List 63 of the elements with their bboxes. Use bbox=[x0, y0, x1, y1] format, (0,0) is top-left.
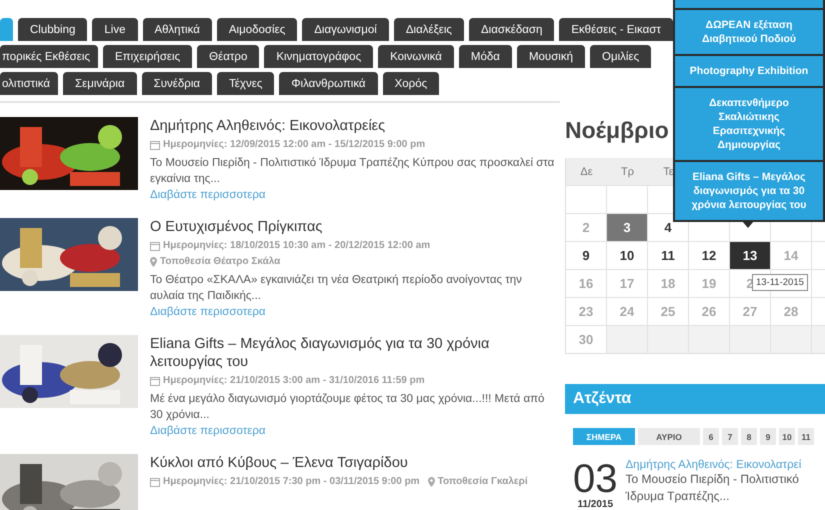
day-tab[interactable]: 6 bbox=[703, 428, 719, 445]
calendar-icon bbox=[150, 376, 160, 386]
category-tab[interactable]: Τέχνες bbox=[217, 72, 274, 95]
category-tab[interactable]: Διασκέδαση bbox=[468, 18, 554, 41]
category-tab[interactable]: πορικές Εκθέσεις bbox=[0, 45, 98, 68]
event-title[interactable]: Δημήτρης Αληθεινός: Εικονολατρείες bbox=[150, 117, 555, 135]
agenda-month: 11/2015 bbox=[577, 499, 614, 510]
category-tab[interactable]: Φιλανθρωπικά bbox=[279, 72, 378, 95]
event-dates: Ημερομηνίες: 18/10/2015 10:30 am - 20/12/2015 12:00 am bbox=[163, 239, 430, 253]
event-title[interactable]: Eliana Gifts – Μεγάλος διαγωνισμός για τα 30 χρόνια λειτουργίας του bbox=[150, 335, 555, 371]
category-tab[interactable]: Εκθέσεις - Εικαστ bbox=[559, 18, 673, 41]
category-tab[interactable]: Θέατρο bbox=[197, 45, 260, 68]
weekday-label: Τρ bbox=[607, 158, 648, 185]
calendar-icon bbox=[150, 140, 160, 150]
category-tab[interactable]: Κοινωνικά bbox=[378, 45, 454, 68]
event-title[interactable]: Ο Ευτυχισμένος Πρίγκιπας bbox=[150, 218, 555, 236]
day-tab[interactable]: ΑΥΡΙΟ bbox=[638, 428, 700, 445]
event-dates: Ημερομηνίες: 21/10/2015 3:00 am - 31/10/2016 11:59 pm bbox=[163, 374, 425, 388]
event-description: Το Θέατρο «ΣΚΑΛΑ» εγκαινιάζει τη νέα Θεατρική περίοδο ανοίγοντας την αυλαία της Παιδικής... bbox=[150, 273, 523, 304]
event-location: Τοποθεσία Γκαλερί bbox=[438, 475, 528, 489]
agenda-day: 03 bbox=[573, 459, 618, 499]
category-tab[interactable]: Ομιλίες bbox=[590, 45, 652, 68]
category-tab[interactable] bbox=[0, 18, 13, 41]
weekday-label: Δε bbox=[566, 158, 607, 185]
category-tab[interactable]: Κινηματογράφος bbox=[264, 45, 374, 68]
category-tab[interactable]: ολιτιστικά bbox=[0, 72, 58, 95]
category-tab[interactable]: Σεμινάρια bbox=[63, 72, 137, 95]
event-description: Το Μουσείο Πιερίδη - Πολιτιστικό Ίδρυμα Τραπέζης Κύπρου σας προσκαλεί στα εγκαίνια της... bbox=[150, 156, 555, 187]
category-tab[interactable]: Χορός bbox=[382, 72, 440, 95]
agenda-header: Ατζέντα bbox=[565, 384, 825, 414]
event-dates: Ημερομηνίες: 12/09/2015 12:00 am - 15/12/2015 9:00 pm bbox=[163, 138, 426, 152]
category-tab[interactable]: Επιχειρήσεις bbox=[103, 45, 192, 68]
calendar-month-title: Νοέμβριο bbox=[565, 117, 669, 144]
category-tab[interactable]: Αθλητικά bbox=[142, 18, 212, 41]
category-tab[interactable]: Συνέδρια bbox=[142, 72, 212, 95]
calendar-day[interactable]: 10 bbox=[607, 241, 648, 269]
agenda-event-text: Το Μουσείο Πιερίδη - Πολιτιστικό Ίδρυμα Τραπέζης... bbox=[626, 471, 800, 505]
date-tooltip: 13-11-2015 bbox=[752, 274, 808, 291]
category-tab[interactable]: Μουσική bbox=[516, 45, 586, 68]
day-tab[interactable]: 9 bbox=[760, 428, 776, 445]
category-tab[interactable]: Μόδα bbox=[458, 45, 512, 68]
category-tab[interactable]: Clubbing bbox=[18, 18, 88, 41]
event-location: Τοποθεσία Θέατρο Σκάλα bbox=[160, 255, 280, 269]
map-pin-icon bbox=[428, 477, 435, 487]
calendar-day[interactable]: 9 bbox=[566, 241, 607, 269]
calendar-day[interactable]: 3 bbox=[607, 213, 648, 241]
calendar-icon bbox=[150, 241, 160, 251]
category-tab[interactable]: Αιμοδοσίες bbox=[216, 18, 298, 41]
category-tab[interactable]: Live bbox=[92, 18, 138, 41]
day-tab[interactable]: 7 bbox=[722, 428, 738, 445]
event-dates: Ημερομηνίες: 21/10/2015 7:30 pm - 03/11/2015 9:00 pm bbox=[163, 475, 420, 489]
day-tab[interactable]: 10 bbox=[779, 428, 795, 445]
calendar-icon bbox=[150, 477, 160, 487]
calendar-day[interactable]: 11 bbox=[648, 241, 689, 269]
category-tab[interactable]: Διαλέξεις bbox=[394, 18, 464, 41]
calendar-day[interactable]: 13 bbox=[730, 241, 771, 269]
event-description: Μέ ένα μεγάλο διαγωνισμό γιορτάζουμε φέτος τα 30 μας χρόνια...!!! Μετά από 30 χρόνια... bbox=[150, 392, 546, 423]
calendar-day[interactable]: 12 bbox=[689, 241, 730, 269]
day-tab[interactable]: 8 bbox=[741, 428, 757, 445]
event-title[interactable]: Κύκλοι από Κύβους – Έλενα Τσιγαρίδου bbox=[150, 454, 555, 472]
category-tab[interactable]: Διαγωνισμοί bbox=[302, 18, 389, 41]
map-pin-icon bbox=[150, 257, 157, 267]
day-tab[interactable]: 11 bbox=[798, 428, 814, 445]
